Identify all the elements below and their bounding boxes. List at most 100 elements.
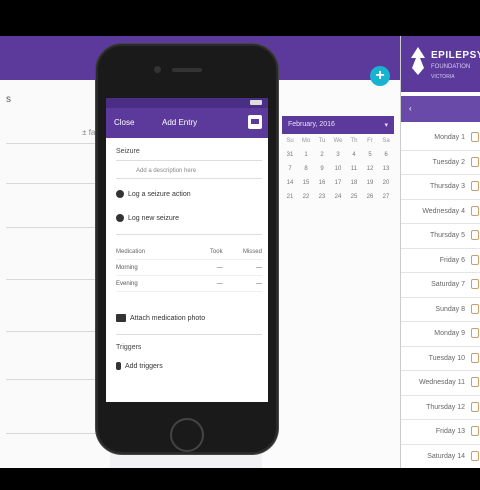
calendar-week-row: 14 15 16 17 18 19 20 [282,180,394,194]
calendar-month-label: February, 2016 [288,121,335,128]
calendar-day[interactable]: 21 [282,194,298,208]
weekday-label: Mo [301,138,311,144]
close-button[interactable]: Close [114,118,134,127]
day-list-item[interactable]: Monday 9 [401,322,480,347]
right-panel: EPILEPSY FOUNDATION VICTORIA ‹ Monday 1 … [400,36,480,468]
status-bar [106,98,268,108]
form-row[interactable]: ± [6,356,106,380]
calendar-day[interactable]: 25 [346,194,362,208]
table-cell: Morning [116,264,138,271]
day-list-item[interactable]: Tuesday 2 [401,151,480,175]
day-marker [471,401,479,412]
calendar-day[interactable]: 12 [362,166,378,180]
form-row[interactable]: ± [6,308,106,332]
weekday-label: Sa [382,138,390,144]
letterbox-top [0,0,480,36]
table-cell: — [255,264,262,271]
weekday-label: We [333,138,343,144]
day-list-item[interactable]: Friday 6 [401,249,480,273]
attach-photo-item[interactable]: Attach medication photo [116,314,205,322]
calendar-day[interactable]: 9 [314,166,330,180]
app-bar: Close Add Entry [106,108,268,138]
calendar-day[interactable]: 14 [282,180,298,194]
calendar-day[interactable]: 6 [378,152,394,166]
log-seizure-action-item[interactable]: Log a seizure action [116,190,191,198]
calendar-day[interactable]: 17 [330,180,346,194]
background-form: s ± fa ± ± * ± ± ⊕ [0,80,110,468]
table-cell: — [255,280,262,287]
item-label: Log new seizure [128,214,179,222]
table-row[interactable]: Evening — — [116,276,262,292]
calendar-day[interactable]: 2 [314,152,330,166]
right-panel-toolbar[interactable]: ‹ [401,96,480,122]
log-new-seizure-item[interactable]: Log new seizure [116,214,179,222]
video-frame: s ± fa ± ± * ± ± ⊕ February, 2016 ▾ Su M… [0,36,480,468]
calendar-day[interactable]: 10 [330,166,346,180]
day-list-item[interactable]: Friday 13 [401,420,480,445]
calendar-day[interactable]: 11 [346,166,362,180]
day-label: Tuesday 2 [432,158,465,166]
day-list-item[interactable]: Wednesday 4 [401,200,480,224]
weekday-label: Tu [318,138,326,144]
calendar-day[interactable]: 15 [298,180,314,194]
calendar-day[interactable]: 13 [378,166,394,180]
day-marker [471,352,479,363]
calendar-day[interactable]: 4 [346,152,362,166]
day-marker [471,303,479,314]
day-label: Saturday 14 [427,452,465,460]
table-row[interactable]: Morning — — [116,260,262,276]
calendar-day[interactable]: 5 [362,152,378,166]
calendar-weekday-row: Su Mo Tu We Th Fr Sa [282,138,394,152]
medication-table: Medication Took Missed Morning — — Eveni… [116,244,262,292]
day-list-item[interactable]: Saturday 7 [401,273,480,298]
day-list-item[interactable]: Wednesday 11 [401,371,480,396]
weekday-label: Su [286,138,294,144]
day-list-item[interactable]: Thursday 3 [401,175,480,200]
day-list-item[interactable]: Saturday 14 [401,445,480,469]
calendar-day[interactable]: 1 [298,152,314,166]
item-label: Attach medication photo [130,314,206,322]
day-list-item[interactable]: Tuesday 10 [401,347,480,371]
day-label: Wednesday 4 [422,207,465,215]
form-row[interactable]: ± [6,204,106,228]
phone-screen: Close Add Entry Seizure Add a descriptio… [106,98,268,402]
day-label: Monday 1 [434,134,465,141]
calendar-day[interactable]: 16 [314,180,330,194]
calendar-day[interactable]: 20 [378,180,394,194]
day-label: Thursday 3 [429,183,465,190]
day-marker [471,426,479,436]
calendar-day[interactable]: 7 [282,166,298,180]
home-button[interactable] [170,418,204,452]
divider [116,178,262,179]
weekday-label: Fr [367,138,373,144]
day-list-item[interactable]: Thursday 5 [401,224,480,249]
save-icon[interactable] [248,115,262,129]
calendar-day[interactable]: 19 [362,180,378,194]
day-label: Saturday 7 [431,281,465,288]
calendar-day[interactable]: 31 [282,152,298,166]
form-row[interactable]: ± fa ± [6,120,106,144]
form-row[interactable]: ⊕ [6,410,106,434]
calendar-day[interactable]: 22 [298,194,314,208]
day-marker [471,230,479,240]
triggers-section-label: Triggers [116,344,142,351]
calendar-month-selector[interactable]: February, 2016 ▾ [282,116,394,134]
calendar-day[interactable]: 26 [362,194,378,208]
calendar-day[interactable]: 8 [298,166,314,180]
day-list-item[interactable]: Thursday 12 [401,396,480,420]
description-field[interactable]: Add a description here [136,168,196,174]
calendar-day[interactable]: 23 [314,194,330,208]
calendar-day[interactable]: 27 [378,194,394,208]
day-list-item[interactable]: Sunday 8 [401,298,480,322]
calendar-day[interactable]: 3 [330,152,346,166]
day-list-item[interactable]: Monday 1 [401,126,480,151]
calendar-day[interactable]: 18 [346,180,362,194]
item-label: Log a seizure action [128,190,191,198]
day-label: Monday 9 [434,330,465,337]
add-triggers-item[interactable]: Add triggers [116,362,163,370]
calendar-day[interactable]: 24 [330,194,346,208]
form-row[interactable]: * [6,256,106,280]
brand-logo-icon [411,47,425,75]
add-fab-button[interactable]: + [370,66,390,86]
form-row[interactable] [6,160,106,184]
